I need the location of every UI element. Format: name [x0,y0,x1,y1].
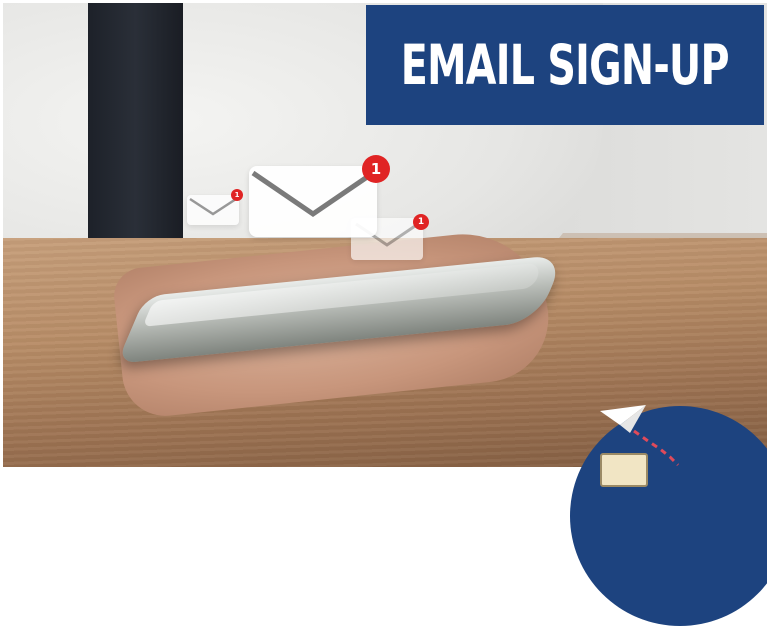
notification-badge-right: 1 [413,214,429,230]
envelope-icon-small-left [187,195,239,225]
notification-badge-main: 1 [362,155,390,183]
banner-title: EMAIL SIGN-UP [400,33,730,97]
envelope-icon-main [249,166,377,237]
notification-badge-left: 1 [231,189,243,201]
envelope-icon-corner [600,453,648,487]
title-banner: EMAIL SIGN-UP [366,5,764,125]
